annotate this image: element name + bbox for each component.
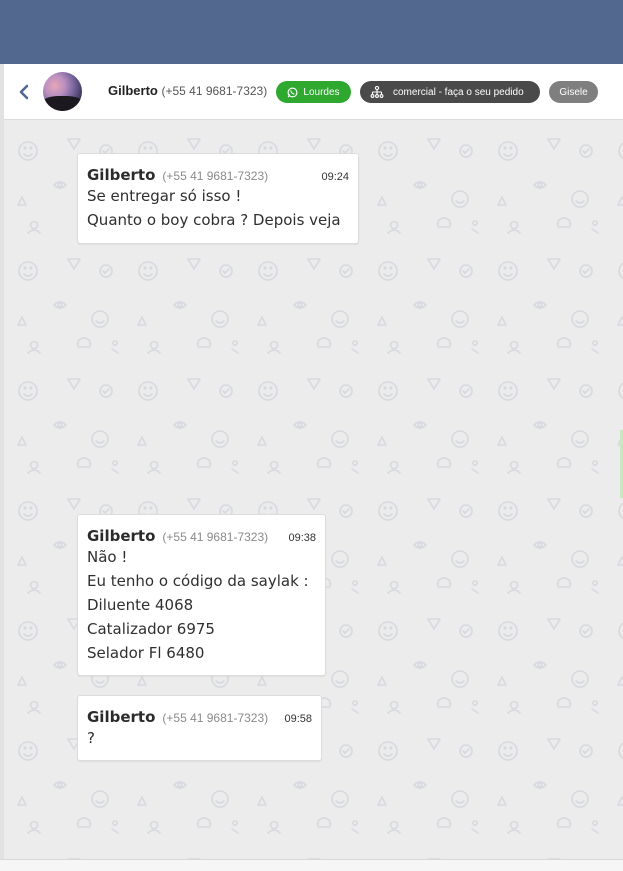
message-time: 09:58 [284, 713, 312, 725]
message-sender: Gilberto [87, 708, 156, 726]
message-header: Gilberto (+55 41 9681-7323) 09:24 [87, 166, 349, 184]
message-line: Não ! [87, 548, 128, 566]
message-sender: Gilberto [87, 166, 156, 184]
user-tag-label: Gisele [559, 86, 588, 98]
contact-avatar[interactable] [43, 72, 82, 111]
chat-header: Gilberto (+55 41 9681-7323) Lourdes come… [0, 64, 623, 120]
hierarchy-icon [370, 86, 384, 98]
message-header: Gilberto (+55 41 9681-7323) 09:38 [87, 527, 316, 545]
message-bubble[interactable]: Gilberto (+55 41 9681-7323) 09:24 Se ent… [77, 153, 359, 244]
app-top-bar [0, 0, 623, 64]
agent-tag-lourdes[interactable]: Lourdes [276, 81, 351, 103]
message-line: Catalizador 6975 [87, 620, 215, 638]
contact-info[interactable]: Gilberto (+55 41 9681-7323) [108, 83, 267, 98]
message-sender-phone: (+55 41 9681-7323) [162, 530, 269, 544]
department-tag[interactable]: comercial - faça o seu pedido [360, 81, 540, 103]
message-line: Selador Fl 6480 [87, 644, 205, 662]
contact-phone: (+55 41 9681-7323) [161, 84, 268, 98]
message-line: Diluente 4068 [87, 596, 194, 614]
message-sender-phone: (+55 41 9681-7323) [162, 169, 269, 183]
whatsapp-icon [287, 87, 298, 97]
message-line: Eu tenho o código da saylak : [87, 572, 309, 590]
message-sender-phone: (+55 41 9681-7323) [162, 711, 269, 725]
message-line: Quanto o boy cobra ? Depois veja [87, 211, 341, 229]
back-arrow-icon[interactable] [14, 82, 34, 102]
contact-name: Gilberto [108, 83, 158, 98]
message-line: ? [87, 729, 95, 747]
message-time: 09:38 [288, 532, 316, 544]
department-tag-label: comercial - faça o seu pedido [393, 86, 524, 98]
agent-tag-label: Lourdes [303, 86, 340, 98]
user-tag-gisele[interactable]: Gisele [549, 81, 598, 103]
message-line: Se entregar só isso ! [87, 187, 242, 205]
message-sender: Gilberto [87, 527, 156, 545]
message-bubble[interactable]: Gilberto (+55 41 9681-7323) 09:58 ? [77, 695, 322, 761]
message-header: Gilberto (+55 41 9681-7323) 09:58 [87, 708, 312, 726]
message-bubble[interactable]: Gilberto (+55 41 9681-7323) 09:38 Não ! … [77, 514, 326, 676]
message-time: 09:24 [321, 171, 349, 183]
composer-bar[interactable] [0, 859, 623, 871]
